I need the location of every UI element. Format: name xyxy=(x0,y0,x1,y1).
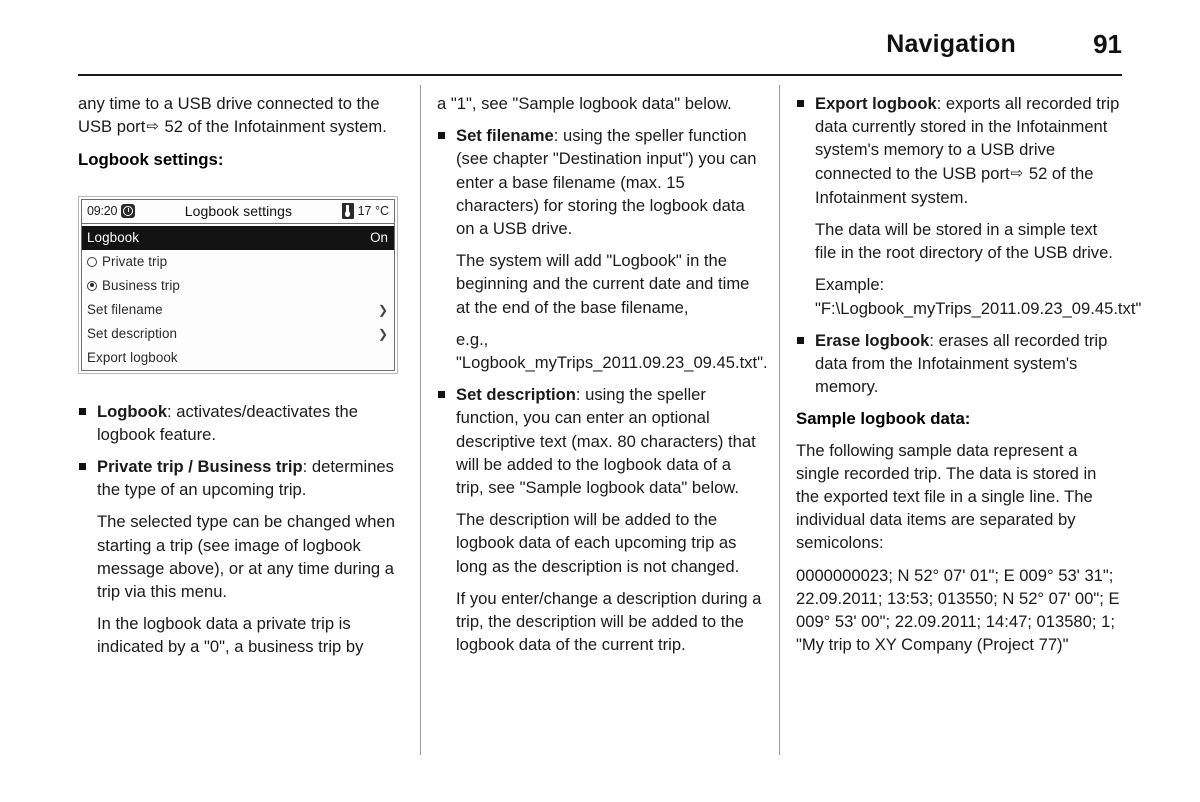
bullet-set-filename: Set filename: using the speller function… xyxy=(437,124,763,240)
intro-text-after: 52 of the Infotainment system. xyxy=(164,117,387,137)
bullet-export-logbook: Export logbook: exports all recorded tri… xyxy=(796,92,1122,209)
content-columns: any time to a USB drive connected to the… xyxy=(78,85,1142,760)
clock-icon xyxy=(121,204,136,219)
column-2: a "1", see "Sample logbook data" below. … xyxy=(437,92,768,760)
bullet-set-description-text: Set description: using the speller funct… xyxy=(456,383,763,499)
screen-menu-list: Logbook On Private trip Business trip Se… xyxy=(82,224,394,370)
cross-reference-arrow-icon: ⇨ xyxy=(1010,164,1024,182)
logbook-settings-subheading: Logbook settings: xyxy=(78,150,224,170)
square-bullet-icon xyxy=(797,100,804,107)
cross-reference-arrow-icon: ⇨ xyxy=(146,118,159,136)
column-3: Export logbook: exports all recorded tri… xyxy=(796,92,1142,760)
screen-status-bar: 09:20 Logbook settings 17 °C xyxy=(82,200,394,224)
paragraph-filename-example: e.g., "Logbook_myTrips_2011.09.23_09.45.… xyxy=(456,329,768,373)
bullet-set-filename-lead: Set filename xyxy=(456,126,554,146)
manual-page: Navigation 91 any time to a USB drive co… xyxy=(0,0,1200,802)
bullet-set-description: Set description: using the speller funct… xyxy=(437,383,763,499)
column-gap-1 xyxy=(404,85,437,760)
menu-item-set-filename[interactable]: Set filename ❯ xyxy=(82,298,394,322)
menu-item-set-description-label: Set description xyxy=(87,326,178,342)
bullet-set-description-lead: Set description xyxy=(456,385,576,405)
bullet-logbook-lead: Logbook xyxy=(97,401,168,421)
column-divider xyxy=(779,85,780,755)
square-bullet-icon xyxy=(438,391,445,399)
sample-logbook-data-values: 0000000023; N 52° 07' 01"; E 009° 53' 31… xyxy=(796,565,1120,655)
menu-item-export-logbook-label: Export logbook xyxy=(87,350,178,366)
column-1: any time to a USB drive connected to the… xyxy=(78,92,404,760)
bullet-trip-type: Private trip / Business trip: determines… xyxy=(78,455,404,501)
menu-item-business-trip[interactable]: Business trip xyxy=(82,274,394,298)
infotainment-screen-figure: 09:20 Logbook settings 17 °C Logbook On … xyxy=(78,195,400,374)
bullet-export-logbook-lead: Export logbook xyxy=(815,94,937,113)
paragraph-description-persist: The description will be added to the log… xyxy=(456,510,740,576)
square-bullet-icon xyxy=(79,463,86,471)
paragraph-trip-type-change: The selected type can be changed when st… xyxy=(97,512,395,602)
paragraph-trip-indicator-continued: a "1", see "Sample logbook data" below. xyxy=(437,94,732,113)
paragraph-path-example: Example: "F:\Logbook_myTrips_2011.09.23_… xyxy=(815,275,1142,318)
status-temperature: 17 °C xyxy=(357,204,389,219)
status-temperature-group: 17 °C xyxy=(341,203,389,220)
paragraph-storage-location: The data will be stored in a simple text… xyxy=(815,220,1113,263)
bullet-erase-logbook-text: Erase logbook: erases all recorded trip … xyxy=(815,329,1122,399)
menu-item-set-filename-label: Set filename xyxy=(87,302,163,318)
radio-selected-icon xyxy=(87,280,97,291)
menu-item-export-logbook[interactable]: Export logbook xyxy=(82,346,394,370)
bullet-erase-logbook-lead: Erase logbook xyxy=(815,330,930,350)
sample-logbook-data-subheading: Sample logbook data: xyxy=(796,409,971,429)
square-bullet-icon xyxy=(79,407,86,415)
paragraph-sample-intro: The following sample data represent a si… xyxy=(796,440,1097,553)
status-time: 09:20 xyxy=(87,204,118,219)
screen-title: Logbook settings xyxy=(184,203,293,220)
paragraph-filename-detail: The system will add "Logbook" in the beg… xyxy=(456,251,750,317)
intro-paragraph: any time to a USB drive connected to the… xyxy=(78,92,404,139)
bullet-trip-type-text: Private trip / Business trip: determines… xyxy=(97,455,404,501)
page-title: Navigation xyxy=(886,29,1016,58)
menu-item-logbook[interactable]: Logbook On xyxy=(82,225,394,250)
column-gap-2 xyxy=(763,85,796,760)
chevron-right-icon: ❯ xyxy=(377,326,388,341)
menu-item-logbook-label: Logbook xyxy=(87,230,140,246)
bullet-export-logbook-text: Export logbook: exports all recorded tri… xyxy=(815,92,1122,209)
thermometer-icon xyxy=(341,203,354,220)
chevron-right-icon: ❯ xyxy=(377,302,388,317)
screen-inner: 09:20 Logbook settings 17 °C Logbook On … xyxy=(81,198,395,371)
header-divider xyxy=(78,74,1122,76)
bullet-logbook-text: Logbook: activates/deactivates the logbo… xyxy=(97,400,404,446)
bullet-logbook: Logbook: activates/deactivates the logbo… xyxy=(78,400,404,446)
column-divider xyxy=(420,85,421,755)
paragraph-trip-indicator: In the logbook data a private trip is in… xyxy=(97,614,364,657)
bullet-erase-logbook: Erase logbook: erases all recorded trip … xyxy=(796,329,1122,399)
menu-item-private-trip-label: Private trip xyxy=(102,254,168,270)
menu-item-set-description[interactable]: Set description ❯ xyxy=(82,322,394,346)
bullet-set-filename-text: Set filename: using the speller function… xyxy=(456,124,763,240)
radio-unselected-icon xyxy=(87,256,97,267)
infotainment-screen: 09:20 Logbook settings 17 °C Logbook On … xyxy=(78,195,398,374)
square-bullet-icon xyxy=(438,132,445,140)
menu-item-private-trip[interactable]: Private trip xyxy=(82,250,394,274)
menu-item-logbook-value: On xyxy=(370,230,388,246)
page-header: Navigation 91 xyxy=(78,22,1122,66)
page-number: 91 xyxy=(1093,28,1122,59)
square-bullet-icon xyxy=(797,336,804,344)
bullet-trip-type-lead: Private trip / Business trip xyxy=(97,457,303,477)
menu-item-business-trip-label: Business trip xyxy=(102,278,180,294)
paragraph-description-during-trip: If you enter/change a description during… xyxy=(456,588,762,655)
